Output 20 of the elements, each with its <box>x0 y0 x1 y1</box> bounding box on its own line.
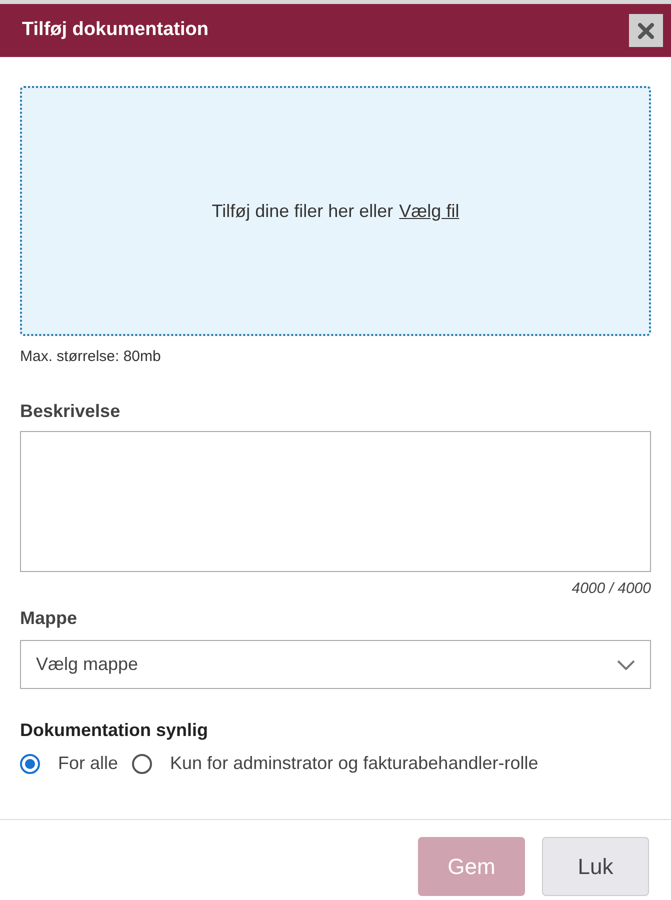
character-counter: 4000 / 4000 <box>572 578 651 598</box>
choose-file-link[interactable]: Vælg fil <box>399 198 460 224</box>
close-icon <box>638 22 654 38</box>
folder-placeholder: Vælg mappe <box>36 653 138 676</box>
radio-button[interactable] <box>20 754 40 774</box>
dropzone-text: Tilføj dine filer her eller <box>212 200 394 223</box>
folder-label: Mappe <box>20 607 78 630</box>
folder-select[interactable]: Vælg mappe <box>20 640 651 689</box>
radio-button[interactable] <box>132 754 152 774</box>
chevron-down-icon <box>617 660 635 670</box>
visibility-label: Dokumentation synlig <box>20 719 210 742</box>
close-dialog-button[interactable]: Luk <box>542 837 649 896</box>
size-note: Max. størrelse: 80mb <box>20 347 162 367</box>
radio-label: Kun for adminstrator og fakturabehandler-rolle <box>170 752 538 775</box>
description-label: Beskrivelse <box>20 400 122 422</box>
close-button[interactable] <box>629 14 663 47</box>
description-field[interactable] <box>20 430 651 572</box>
file-dropzone[interactable]: Tilføj dine filer her eller Vælg fil <box>20 86 651 336</box>
radio-label: For alle <box>58 752 118 775</box>
dialog-title: Tilføj dokumentation <box>22 18 208 42</box>
